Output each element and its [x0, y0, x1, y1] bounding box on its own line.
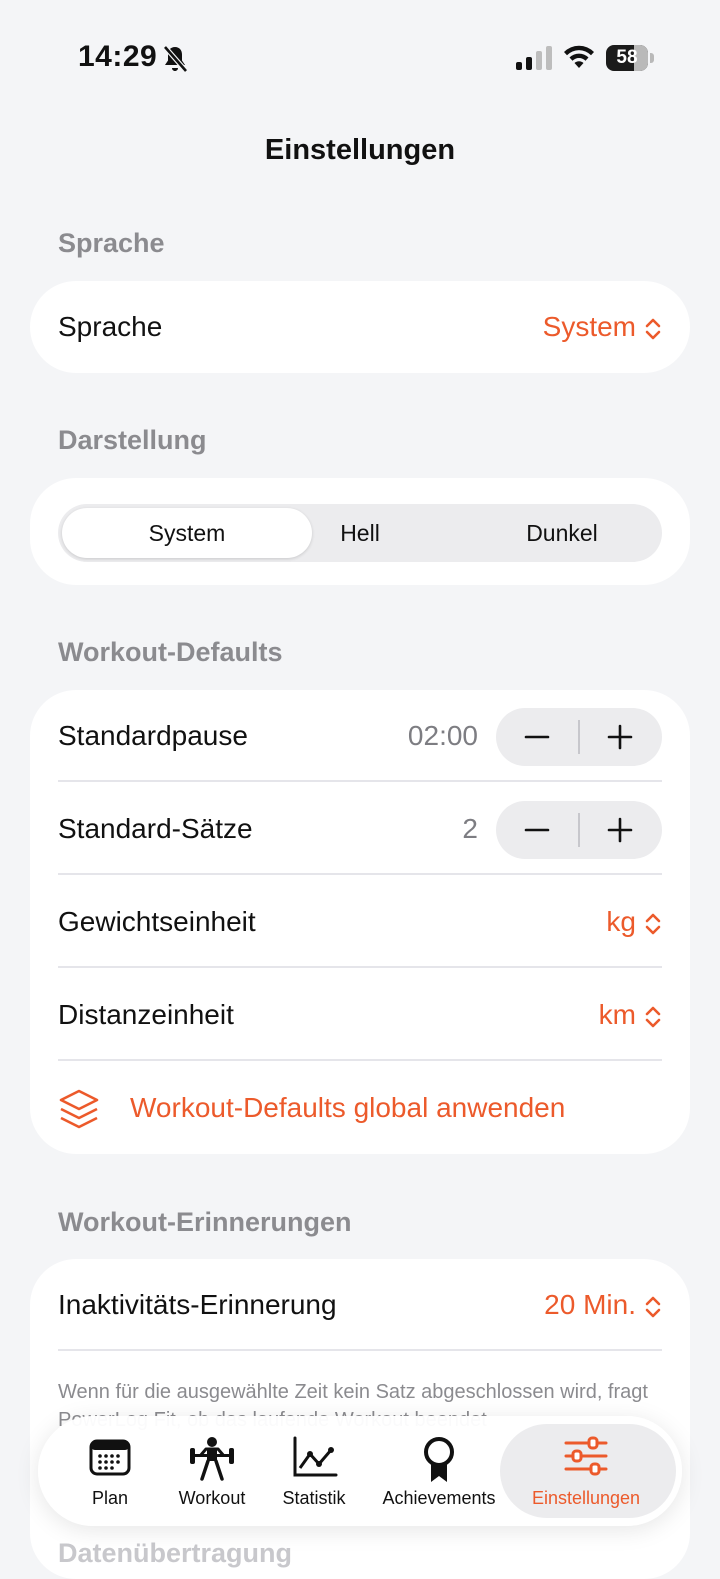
section-header-language: Sprache	[58, 228, 165, 258]
pause-label: Standardpause	[58, 720, 248, 751]
tab-label: Einstellungen	[531, 1488, 641, 1508]
tab-label: Workout	[178, 1488, 246, 1508]
page-title: Einstellungen	[264, 134, 456, 166]
divider	[58, 966, 662, 968]
divider	[58, 873, 662, 875]
calendar-icon	[89, 1439, 131, 1476]
tab-label: Achievements	[382, 1488, 496, 1508]
language-picker[interactable]: System	[543, 311, 662, 343]
tab-achievements[interactable]: Achievements	[374, 1416, 504, 1526]
sliders-icon	[564, 1436, 608, 1476]
sets-decrement-button[interactable]	[496, 801, 579, 859]
chevron-up-down-icon	[645, 318, 661, 339]
battery-icon: 58	[606, 45, 654, 71]
tab-einstellungen[interactable]: Einstellungen	[516, 1416, 656, 1526]
divider	[58, 1349, 662, 1351]
pause-stepper	[496, 708, 662, 766]
sets-value: 2	[462, 813, 478, 844]
minus-icon	[524, 828, 550, 832]
pause-value: 02:00	[407, 720, 478, 751]
bell-muted-icon	[163, 45, 188, 73]
inactivity-reminder-picker[interactable]: 20 Min.	[544, 1289, 662, 1321]
signal-icon	[516, 46, 552, 70]
section-header-workout-defaults: Workout-Defaults	[58, 637, 283, 667]
section-header-reminders: Workout-Erinnerungen	[58, 1207, 352, 1237]
language-picker-value: System	[542, 311, 636, 342]
chevron-up-down-icon	[645, 1296, 661, 1317]
weight-unit-picker[interactable]: kg	[606, 906, 662, 938]
chevron-up-down-icon	[645, 1006, 661, 1027]
tab-label: Plan	[91, 1488, 129, 1508]
wifi-icon	[564, 45, 594, 68]
apply-defaults-label: Workout-Defaults global anwenden	[130, 1092, 566, 1123]
sets-stepper	[496, 801, 662, 859]
distance-unit-picker[interactable]: km	[599, 999, 662, 1031]
tab-statistik[interactable]: Statistik	[264, 1416, 364, 1526]
inactivity-reminder-label: Inaktivitäts-Erinnerung	[58, 1289, 337, 1320]
divider	[58, 780, 662, 782]
sets-label: Standard-Sätze	[58, 813, 253, 844]
chart-icon	[293, 1436, 338, 1477]
distance-unit-label: Distanzeinheit	[58, 999, 234, 1030]
segment-hell[interactable]: Hell	[260, 504, 460, 562]
distance-unit-value: km	[598, 999, 636, 1030]
status-time: 14:29	[78, 40, 158, 73]
appearance-segmented-control: System Hell Dunkel	[58, 504, 662, 562]
divider	[58, 1059, 662, 1061]
award-icon	[424, 1437, 454, 1482]
section-header-appearance: Darstellung	[58, 425, 207, 455]
sets-increment-button[interactable]	[579, 801, 662, 859]
inactivity-reminder-value: 20 Min.	[544, 1289, 636, 1320]
weightlifter-icon	[190, 1437, 234, 1481]
battery-percent: 58	[616, 47, 638, 68]
chevron-up-down-icon	[645, 913, 661, 934]
weight-unit-value: kg	[606, 906, 636, 937]
language-row-label: Sprache	[58, 311, 163, 342]
weight-unit-label: Gewichtseinheit	[58, 906, 256, 937]
tab-label: Statistik	[282, 1488, 346, 1508]
pause-decrement-button[interactable]	[496, 708, 579, 766]
minus-icon	[524, 735, 550, 739]
plus-icon	[607, 724, 633, 750]
pause-increment-button[interactable]	[579, 708, 662, 766]
section-header-data-transfer: Datenübertragung	[58, 1538, 293, 1568]
layers-icon	[59, 1089, 99, 1129]
plus-icon	[607, 817, 633, 843]
tab-plan[interactable]: Plan	[60, 1416, 160, 1526]
tab-bar: Plan Workout Statistik Achievements Eins…	[38, 1416, 682, 1526]
segment-dunkel[interactable]: Dunkel	[462, 504, 662, 562]
tab-workout[interactable]: Workout	[162, 1416, 262, 1526]
